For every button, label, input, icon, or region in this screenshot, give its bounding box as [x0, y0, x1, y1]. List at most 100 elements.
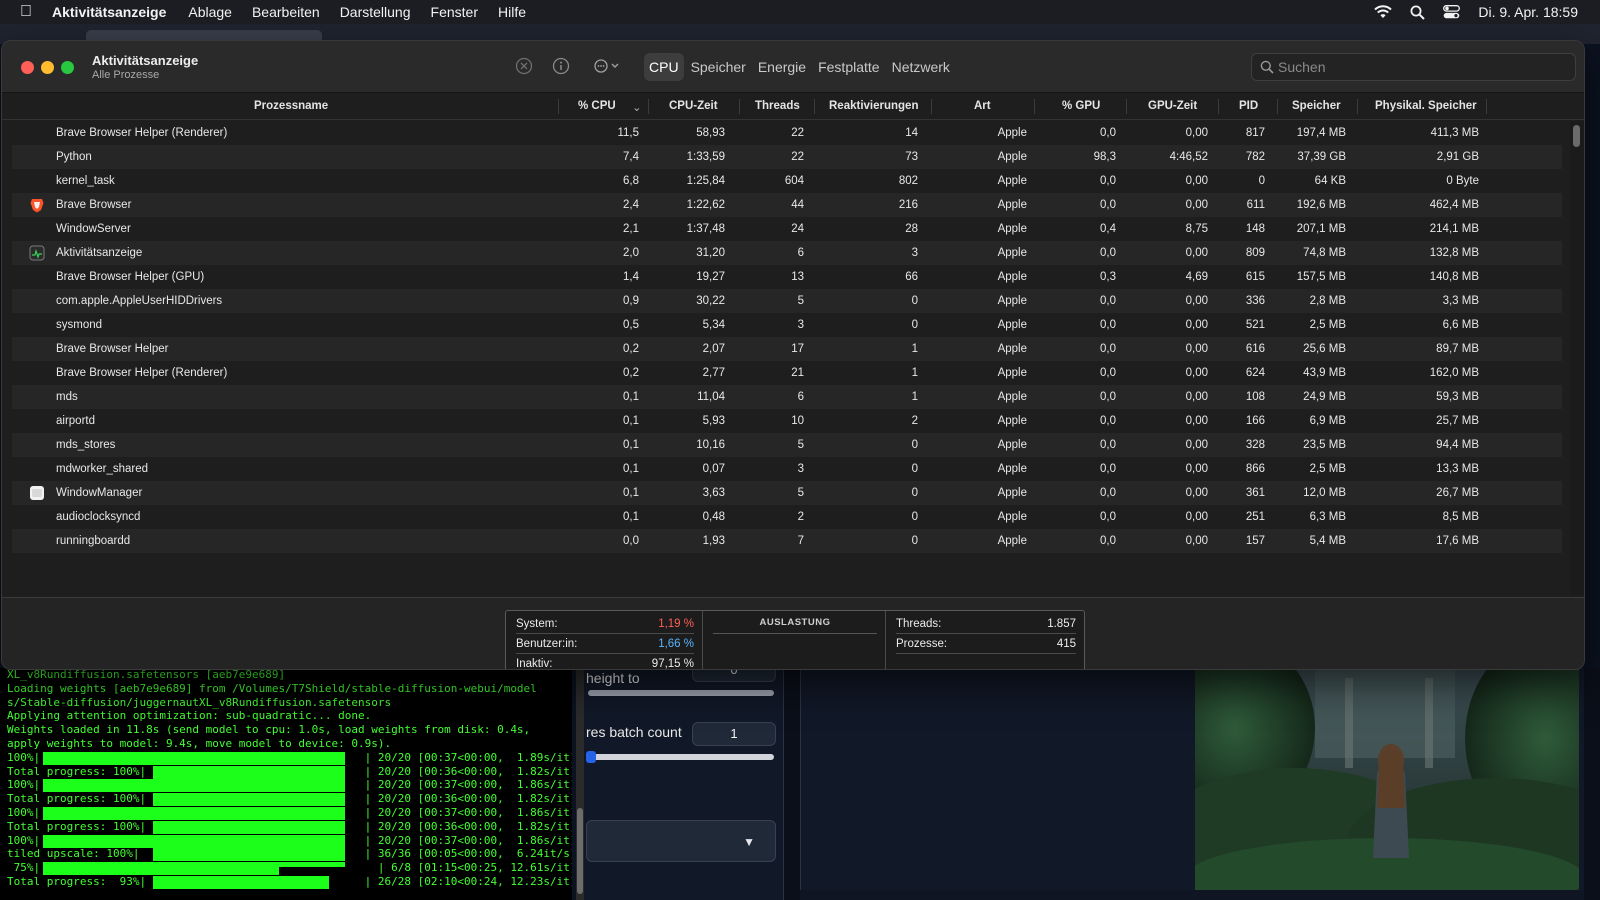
tab-festplatte[interactable]: Festplatte [813, 53, 884, 81]
slider-knob[interactable] [586, 751, 596, 763]
terminal-text: Loading weights [aeb7e9e689] from /Volum… [7, 681, 537, 695]
table-row[interactable]: Brave Browser 2,4 1:22,62 44 216 Apple 0,0 0,00… [12, 193, 1562, 217]
table-row[interactable]: WindowServer 2,1 1:37,48 24 28 Apple 0,4 8,75 14… [12, 217, 1562, 241]
generated-image[interactable] [1195, 668, 1579, 890]
table-row[interactable]: Brave Browser Helper 0,2 2,07 17 1 Apple 0,0 0,… [12, 337, 1562, 361]
col-gpu[interactable]: % GPU [1062, 100, 1100, 112]
search-input[interactable] [1278, 57, 1568, 77]
menu-bearbeiten[interactable]: Bearbeiten [252, 4, 320, 20]
column-divider[interactable] [1486, 99, 1487, 114]
column-divider[interactable] [931, 99, 932, 114]
menu-clock[interactable]: Di. 9. Apr. 18:59 [1478, 4, 1578, 20]
col-gpu-zeit[interactable]: GPU-Zeit [1148, 100, 1197, 112]
batch-count-slider[interactable] [586, 751, 774, 763]
col-threads[interactable]: Threads [755, 100, 800, 112]
sort-descending-icon[interactable]: ⌄ [632, 100, 642, 114]
terminal-text: Total progress: 100%| | 20/20 [00:36<00:… [7, 819, 572, 833]
cell-physikal-speicher: 140,8 MB [1429, 271, 1479, 283]
col-reaktivierungen[interactable]: Reaktivierungen [829, 100, 918, 112]
search-field[interactable] [1251, 53, 1576, 81]
cell-gpu: 0,0 [1100, 367, 1116, 379]
table-scrollbar[interactable] [1570, 121, 1584, 595]
table-row[interactable]: runningboardd 0,0 1,93 7 0 Apple 0,0 0,00 157 5,4… [12, 529, 1562, 553]
terminal-line: 75%| | 6/8 [01:15<00:25, 12.61s/it] [7, 861, 572, 876]
table-row[interactable]: mds_stores 0,1 10,16 5 0 Apple 0,0 0,00 328 23,5 … [12, 433, 1562, 457]
col-art[interactable]: Art [974, 100, 991, 112]
more-actions-icon[interactable] [594, 57, 622, 80]
settings-dropdown[interactable]: ▼ [586, 820, 776, 862]
col-speicher[interactable]: Speicher [1292, 100, 1341, 112]
table-row[interactable]: Brave Browser Helper (Renderer) 11,5 58,93… [12, 121, 1562, 145]
window-manager-icon [29, 485, 45, 501]
table-row[interactable]: WindowManager 0,1 3,63 5 0 Apple 0,0 0,00 361 12,… [12, 481, 1562, 505]
col-pid[interactable]: PID [1239, 100, 1258, 112]
table-row[interactable]: audioclocksyncd 0,1 0,48 2 0 Apple 0,0 0,00 251 6… [12, 505, 1562, 529]
window-subtitle[interactable]: Alle Prozesse [92, 69, 159, 81]
zoom-window-button[interactable] [61, 61, 74, 74]
wifi-icon[interactable] [1374, 5, 1393, 19]
terminal-scrollbar[interactable] [576, 668, 584, 900]
terminal-line: apply weights to model: 9.4s, move model… [7, 737, 572, 751]
cell-threads: 6 [797, 391, 804, 403]
menu-ablage[interactable]: Ablage [188, 4, 232, 20]
column-divider[interactable] [739, 99, 740, 114]
cell-physikal-speicher: 59,3 MB [1436, 391, 1479, 403]
cell-threads: 21 [791, 367, 804, 379]
apple-menu-icon[interactable]:  [0, 3, 52, 21]
table-row[interactable]: airportd 0,1 5,93 10 2 Apple 0,0 0,00 166 6,9 MB 2… [12, 409, 1562, 433]
menu-hilfe[interactable]: Hilfe [498, 4, 526, 20]
close-window-button[interactable] [21, 61, 34, 74]
tab-netzwerk[interactable]: Netzwerk [887, 53, 955, 81]
column-divider[interactable] [814, 99, 815, 114]
column-divider[interactable] [1277, 99, 1278, 114]
table-row[interactable]: Brave Browser Helper (GPU) 1,4 19,27 13 66 Ap… [12, 265, 1562, 289]
col-cpu-zeit[interactable]: CPU-Zeit [669, 100, 718, 112]
table-row[interactable]: Python 7,4 1:33,59 22 73 Apple 98,3 4:46,52 782 3… [12, 145, 1562, 169]
cell-gpu: 0,0 [1100, 343, 1116, 355]
spotlight-search-icon[interactable] [1410, 5, 1426, 20]
cell-gpu-zeit: 0,00 [1185, 127, 1208, 139]
column-divider[interactable] [558, 99, 559, 114]
col-cpu[interactable]: % CPU [578, 100, 616, 112]
column-divider[interactable] [1218, 99, 1219, 114]
terminal-scroll-thumb[interactable] [577, 808, 583, 894]
table-row[interactable]: mds 0,1 11,04 6 1 Apple 0,0 0,00 108 24,9 MB 59,3 … [12, 385, 1562, 409]
cell-speicher: 2,5 MB [1309, 463, 1346, 475]
height-input[interactable]: 0 [692, 668, 776, 682]
table-row[interactable]: com.apple.AppleUserHIDDrivers 0,9 30,22 5 0 A… [12, 289, 1562, 313]
tab-energie[interactable]: Energie [753, 53, 811, 81]
column-divider[interactable] [1034, 99, 1035, 114]
table-scroll-thumb[interactable] [1573, 125, 1580, 147]
menu-fenster[interactable]: Fenster [431, 4, 478, 20]
table-row[interactable]: sysmond 0,5 5,34 3 0 Apple 0,0 0,00 521 2,5 MB 6,6… [12, 313, 1562, 337]
minimize-window-button[interactable] [41, 61, 54, 74]
table-row[interactable]: Brave Browser Helper (Renderer) 0,2 2,77 21… [12, 361, 1562, 385]
column-divider[interactable] [1357, 99, 1358, 114]
cell-physikal-speicher: 162,0 MB [1429, 367, 1479, 379]
table-row[interactable]: mdworker_shared 0,1 0,07 3 0 Apple 0,0 0,00 866 2… [12, 457, 1562, 481]
height-slider[interactable] [588, 690, 774, 696]
tab-cpu[interactable]: CPU [644, 53, 684, 81]
column-divider[interactable] [648, 99, 649, 114]
column-divider[interactable] [1126, 99, 1127, 114]
tab-speicher[interactable]: Speicher [686, 53, 751, 81]
info-icon[interactable] [552, 57, 570, 80]
idle-value: 97,15 % [651, 658, 694, 670]
cell-reaktivierungen: 1 [911, 367, 918, 379]
cell-gpu-zeit: 0,00 [1185, 439, 1208, 451]
menu-app-name[interactable]: Aktivitätsanzeige [52, 4, 166, 20]
batch-count-input[interactable]: 1 [692, 722, 776, 746]
col-prozessname[interactable]: Prozessname [254, 100, 328, 112]
table-row[interactable]: Aktivitätsanzeige 2,0 31,20 6 3 Apple 0,0 0,00 8… [12, 241, 1562, 265]
menu-darstellung[interactable]: Darstellung [340, 4, 411, 20]
stop-process-icon[interactable] [515, 57, 533, 80]
cell-physikal-speicher: 132,8 MB [1429, 247, 1479, 259]
table-row[interactable]: kernel_task 6,8 1:25,84 604 802 Apple 0,0 0,00 0… [12, 169, 1562, 193]
control-center-icon[interactable] [1443, 5, 1461, 19]
cell-speicher: 43,9 MB [1303, 367, 1346, 379]
cell-physikal-speicher: 214,1 MB [1429, 223, 1479, 235]
cell-speicher: 25,6 MB [1303, 343, 1346, 355]
cell-reaktivierungen: 1 [911, 391, 918, 403]
user-value: 1,66 % [658, 638, 694, 650]
col-physikal-speicher[interactable]: Physikal. Speicher [1375, 100, 1477, 112]
